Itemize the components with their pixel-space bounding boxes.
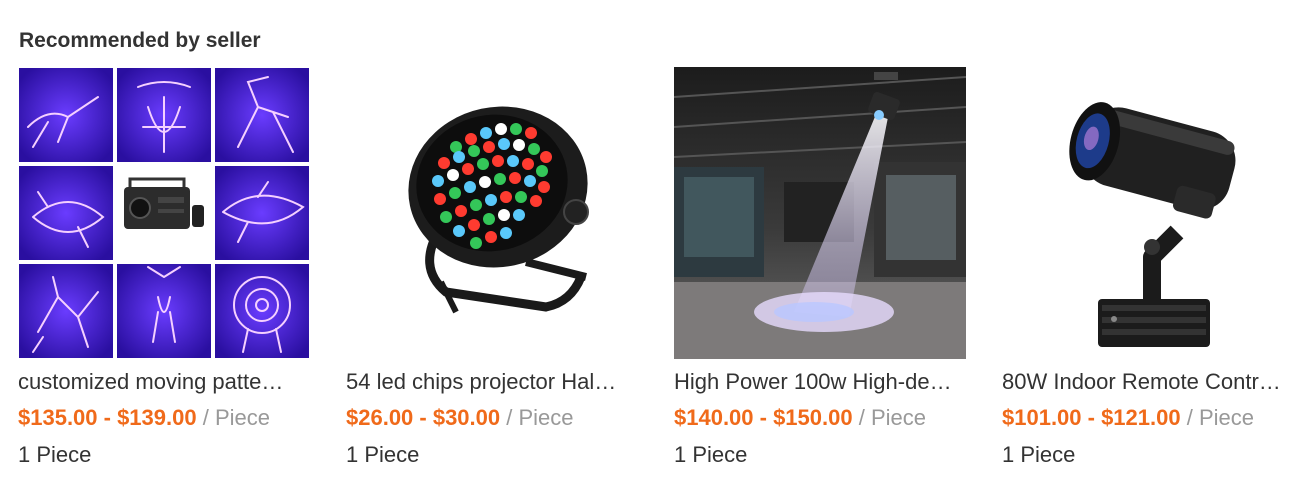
product-image[interactable]: [18, 67, 310, 359]
price-unit: / Piece: [858, 405, 926, 430]
product-card[interactable]: High Power 100w High-de… $140.00 - $150.…: [674, 67, 966, 468]
price-unit: / Piece: [506, 405, 574, 430]
min-order-quantity: 1 Piece: [1002, 442, 1076, 467]
gobo-projector-device-icon: [1002, 67, 1294, 359]
product-list: customized moving patte… $135.00 - $139.…: [18, 67, 1307, 487]
price-line: $101.00 - $121.00 / Piece: [1002, 405, 1294, 431]
gobo-projector-scene-icon: [674, 67, 966, 359]
product-price: $101.00 - $121.00: [1002, 405, 1181, 430]
price-line: $135.00 - $139.00 / Piece: [18, 405, 310, 431]
product-card[interactable]: 54 led chips projector Hal… $26.00 - $30…: [346, 67, 638, 468]
product-title[interactable]: High Power 100w High-de…: [674, 369, 964, 395]
price-line: $26.00 - $30.00 / Piece: [346, 405, 638, 431]
price-line: $140.00 - $150.00 / Piece: [674, 405, 966, 431]
section-title: Recommended by seller: [19, 29, 261, 52]
price-unit: / Piece: [202, 405, 270, 430]
product-card[interactable]: customized moving patte… $135.00 - $139.…: [18, 67, 310, 468]
laser-light-projector-icon: [18, 67, 310, 359]
min-order-quantity: 1 Piece: [674, 442, 748, 467]
product-image[interactable]: [346, 67, 638, 359]
product-price: $135.00 - $139.00: [18, 405, 197, 430]
product-price: $140.00 - $150.00: [674, 405, 853, 430]
price-unit: / Piece: [1186, 405, 1254, 430]
product-title[interactable]: customized moving patte…: [18, 369, 308, 395]
min-order-quantity: 1 Piece: [18, 442, 92, 467]
product-image[interactable]: [1002, 67, 1294, 359]
product-image[interactable]: [674, 67, 966, 359]
product-card[interactable]: 80W Indoor Remote Contr… $101.00 - $121.…: [1002, 67, 1294, 468]
product-title[interactable]: 80W Indoor Remote Contr…: [1002, 369, 1292, 395]
product-title[interactable]: 54 led chips projector Hal…: [346, 369, 636, 395]
led-par-light-icon: [346, 67, 638, 359]
product-price: $26.00 - $30.00: [346, 405, 501, 430]
min-order-quantity: 1 Piece: [346, 442, 420, 467]
